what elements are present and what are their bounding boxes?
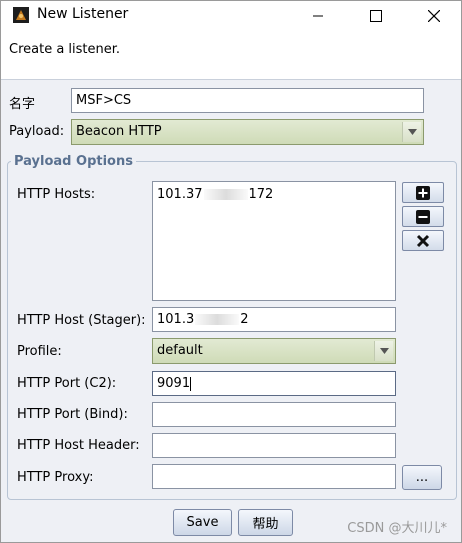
text-cursor [190, 376, 192, 391]
maximize-button[interactable] [353, 1, 399, 31]
proxy-browse-button[interactable]: ... [402, 465, 442, 490]
minimize-button[interactable] [295, 1, 341, 31]
title-bar[interactable]: New Listener [1, 1, 461, 31]
new-listener-dialog: New Listener Create a listener. 名字 MSF>C… [0, 0, 462, 543]
host-header-input[interactable] [152, 433, 396, 458]
proxy-input[interactable] [152, 464, 396, 489]
stager-input[interactable]: 101.3 2 [152, 307, 396, 332]
plus-icon [416, 185, 430, 200]
port-bind-label: HTTP Port (Bind): [17, 407, 128, 422]
maximize-icon [370, 10, 382, 22]
payload-options-legend: Payload Options [11, 154, 136, 169]
profile-label: Profile: [17, 344, 62, 359]
port-c2-input[interactable]: 9091 [152, 371, 396, 396]
stager-suffix: 2 [240, 312, 249, 327]
host-header-label: HTTP Host Header: [17, 438, 140, 453]
chevron-down-icon [402, 122, 421, 142]
x-icon [416, 234, 430, 247]
chevron-down-icon [374, 341, 393, 361]
http-hosts-list[interactable]: 101.37 172 [152, 181, 396, 301]
name-input[interactable]: MSF>CS [71, 88, 424, 113]
stager-label: HTTP Host (Stager): [17, 313, 146, 328]
save-button[interactable]: Save [173, 509, 232, 536]
app-icon [13, 7, 29, 23]
http-hosts-label: HTTP Hosts: [17, 187, 96, 202]
minus-icon [416, 209, 430, 224]
stager-prefix: 101.3 [157, 312, 195, 327]
add-host-button[interactable] [402, 182, 444, 203]
redacted-mark [203, 189, 248, 200]
port-c2-label: HTTP Port (C2): [17, 376, 117, 391]
payload-selected-value: Beacon HTTP [76, 124, 162, 139]
port-c2-value: 9091 [157, 376, 191, 391]
http-host-suffix: 172 [248, 187, 274, 202]
close-icon [428, 10, 440, 22]
payload-select[interactable]: Beacon HTTP [71, 119, 424, 145]
profile-select[interactable]: default [152, 338, 396, 364]
help-button[interactable]: 帮助 [238, 509, 293, 536]
minimize-icon [313, 15, 323, 17]
proxy-label: HTTP Proxy: [17, 470, 94, 485]
close-button[interactable] [411, 1, 457, 31]
remove-host-button[interactable] [402, 206, 444, 227]
window-title: New Listener [37, 6, 129, 22]
profile-selected-value: default [157, 343, 203, 358]
redacted-mark [195, 314, 240, 325]
name-label: 名字 [9, 97, 36, 112]
description-panel: Create a listener. [1, 31, 461, 80]
port-bind-input[interactable] [152, 402, 396, 427]
description-text: Create a listener. [9, 42, 121, 57]
list-item[interactable]: 101.37 172 [157, 187, 391, 202]
clear-hosts-button[interactable] [402, 230, 444, 251]
payload-label: Payload: [9, 124, 65, 139]
http-host-prefix: 101.37 [157, 187, 203, 202]
watermark: CSDN @大川儿* [347, 521, 447, 536]
